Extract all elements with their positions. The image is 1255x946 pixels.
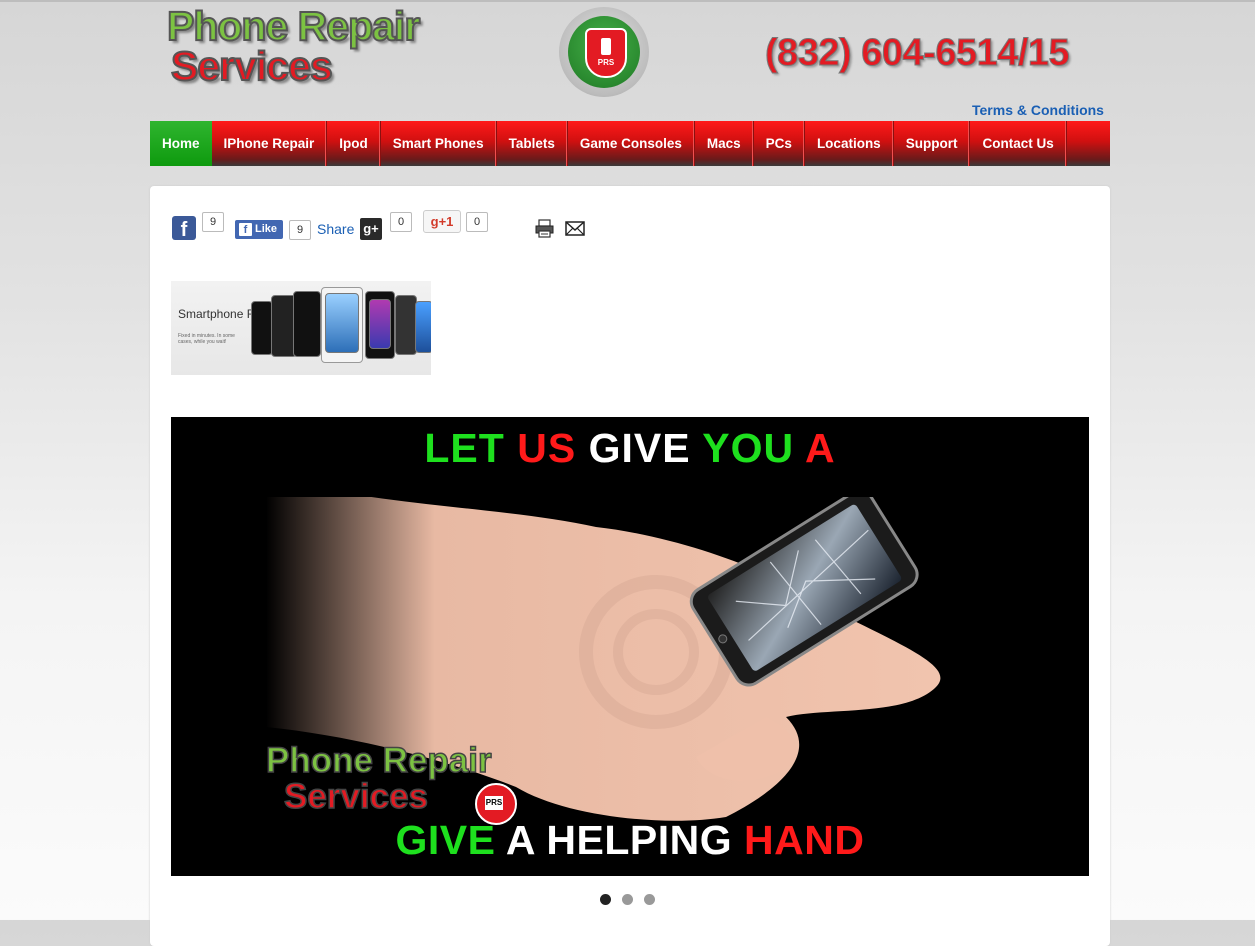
slide-logo-line1: Phone Repair bbox=[265, 741, 492, 780]
slide-logo: Phone Repair Services bbox=[265, 741, 492, 816]
logo-line1: Phone Repair bbox=[166, 3, 421, 49]
main-nav: Home IPhone Repair Ipod Smart Phones Tablets… bbox=[150, 121, 1110, 166]
slider-dot[interactable] bbox=[622, 894, 633, 905]
nav-item-game-consoles[interactable]: Game Consoles bbox=[568, 121, 695, 166]
slide-headline-top: LET US GIVE YOU A bbox=[171, 425, 1089, 472]
headline-word: GIVE bbox=[395, 817, 496, 863]
nav-item-support[interactable]: Support bbox=[894, 121, 971, 166]
facebook-icon: f bbox=[239, 223, 252, 236]
share-link[interactable]: Share bbox=[317, 221, 354, 237]
nav-item-locations[interactable]: Locations bbox=[805, 121, 894, 166]
google-plus-icon[interactable]: g+ bbox=[360, 218, 382, 240]
nav-item-smart-phones[interactable]: Smart Phones bbox=[381, 121, 497, 166]
nav-item-macs[interactable]: Macs bbox=[695, 121, 754, 166]
headline-word: HELPING bbox=[546, 817, 733, 863]
phone-screen bbox=[325, 293, 359, 353]
email-icon[interactable] bbox=[565, 220, 585, 237]
slider-dots bbox=[600, 894, 655, 905]
like-label: Like bbox=[255, 223, 278, 235]
prs-badge-logo: PRS bbox=[559, 7, 649, 97]
gplus-one-label: +1 bbox=[438, 214, 454, 229]
nav-item-home[interactable]: Home bbox=[150, 121, 212, 166]
top-border bbox=[0, 0, 1255, 2]
phone-icon bbox=[601, 38, 611, 55]
phone-screen bbox=[369, 299, 391, 349]
slide-logo-line2: Services bbox=[283, 777, 429, 816]
phone-image bbox=[251, 301, 273, 355]
headline-word: US bbox=[517, 425, 577, 471]
google-plus-count: 0 bbox=[390, 212, 412, 232]
phone-image bbox=[293, 291, 321, 357]
smartphone-repairs-thumbnail[interactable]: Smartphone Repairs Fixed in minutes. In … bbox=[171, 281, 431, 375]
terms-link[interactable]: Terms & Conditions bbox=[972, 102, 1104, 118]
slider-dot[interactable] bbox=[644, 894, 655, 905]
hero-slider[interactable]: LET US GIVE YOU A Phone Repair Services … bbox=[171, 417, 1089, 876]
facebook-count: 9 bbox=[202, 212, 224, 232]
nav-item-pcs[interactable]: PCs bbox=[754, 121, 805, 166]
nav-item-ipod[interactable]: Ipod bbox=[327, 121, 381, 166]
badge-text: PRS bbox=[597, 58, 615, 67]
slide-headline-bottom: GIVE A HELPING HAND bbox=[171, 817, 1089, 864]
headline-word: GIVE bbox=[588, 425, 691, 471]
slider-dot[interactable] bbox=[600, 894, 611, 905]
prs-badge-text: PRS bbox=[485, 796, 503, 810]
headline-word: HAND bbox=[744, 817, 865, 863]
nav-item-tablets[interactable]: Tablets bbox=[497, 121, 568, 166]
google-plus-one-button[interactable]: g+1 bbox=[423, 210, 461, 233]
headline-word: A bbox=[804, 425, 836, 471]
logo-line2: Services bbox=[170, 43, 334, 89]
facebook-like-button[interactable]: f Like bbox=[235, 220, 283, 239]
like-count: 9 bbox=[289, 220, 311, 240]
phone-image bbox=[395, 295, 417, 355]
nav-item-iphone-repair[interactable]: IPhone Repair bbox=[212, 121, 328, 166]
headline-word: A bbox=[505, 817, 535, 863]
headline-word: LET bbox=[424, 425, 505, 471]
shield-icon: PRS bbox=[585, 28, 627, 78]
headline-word: YOU bbox=[702, 425, 795, 471]
thumb-caption: Fixed in minutes. In some cases, while y… bbox=[178, 333, 235, 345]
google-plus-one-count: 0 bbox=[466, 212, 488, 232]
site-logo[interactable]: Phone Repair Services bbox=[166, 3, 421, 89]
print-icon[interactable] bbox=[535, 219, 554, 238]
content-panel: f 9 f Like 9 Share g+ 0 g+1 0 Smartphone … bbox=[150, 186, 1110, 946]
phone-image bbox=[415, 301, 431, 353]
phone-number[interactable]: (832) 604-6514/15 bbox=[764, 32, 1070, 75]
facebook-icon[interactable]: f bbox=[172, 216, 196, 240]
nav-item-contact-us[interactable]: Contact Us bbox=[970, 121, 1067, 166]
